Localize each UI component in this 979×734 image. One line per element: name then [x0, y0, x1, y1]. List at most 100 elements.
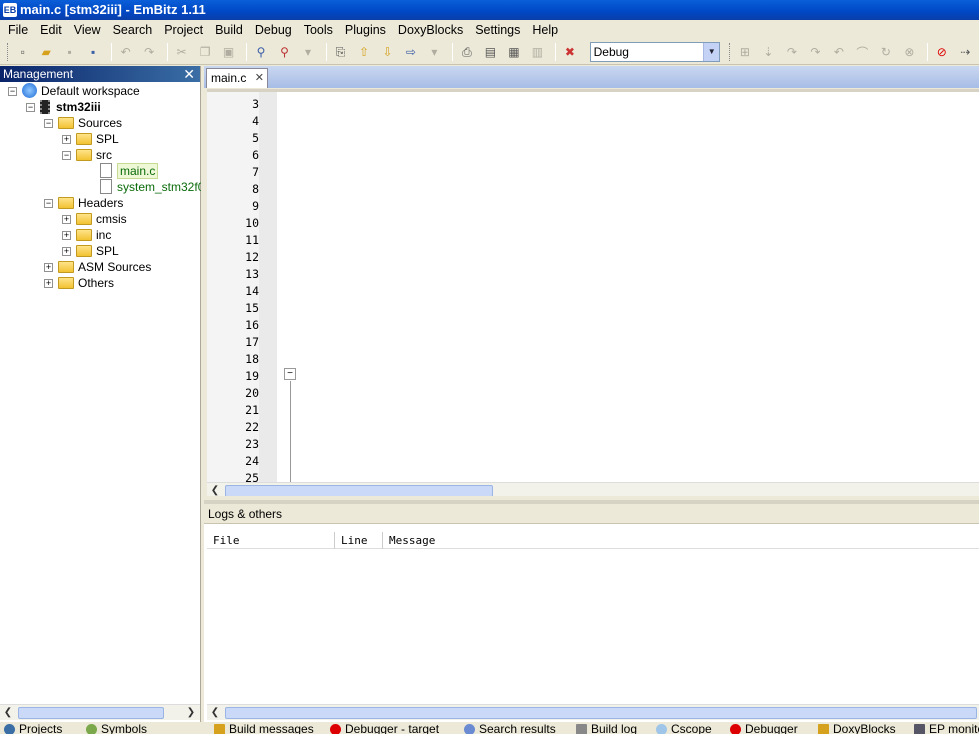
- tree-node-cmsis[interactable]: + cmsis: [62, 211, 127, 227]
- scroll-right-icon[interactable]: ❯: [184, 706, 198, 720]
- tree-node-spl[interactable]: + SPL: [62, 131, 119, 147]
- doxy-run-icon[interactable]: ▤: [481, 42, 500, 62]
- replace-icon[interactable]: ⚲: [275, 42, 294, 62]
- tree-node-others[interactable]: + Others: [44, 275, 114, 291]
- step-out-icon[interactable]: ↶: [829, 42, 848, 62]
- menu-build[interactable]: Build: [209, 23, 249, 37]
- column-message[interactable]: Message: [383, 532, 979, 549]
- expand-icon[interactable]: +: [44, 263, 53, 272]
- doxy-config-icon[interactable]: ▦: [504, 42, 523, 62]
- tree-node-main-c[interactable]: main.c: [100, 163, 159, 179]
- tab-build-log[interactable]: Build log: [576, 722, 637, 734]
- close-icon[interactable]: ✕: [255, 69, 264, 87]
- menu-edit[interactable]: Edit: [34, 23, 68, 37]
- menu-view[interactable]: View: [68, 23, 107, 37]
- fold-collapse-icon[interactable]: −: [284, 368, 296, 380]
- tree-node-workspace[interactable]: − Default workspace: [8, 83, 140, 99]
- abort-icon[interactable]: ⊘: [932, 42, 951, 62]
- menu-help[interactable]: Help: [526, 23, 564, 37]
- scrollbar-thumb[interactable]: [225, 707, 977, 719]
- close-icon[interactable]: ✕: [183, 66, 195, 82]
- redo-icon[interactable]: ↷: [139, 42, 158, 62]
- tab-search-results[interactable]: Search results: [464, 722, 556, 734]
- tree-node-spl-headers[interactable]: + SPL: [62, 243, 119, 259]
- code-editor[interactable]: 3 4 5 6 7 8 9 10 11 12 13 14 15 16 17 18…: [207, 89, 979, 482]
- tab-projects[interactable]: Projects: [4, 722, 62, 734]
- tab-debugger[interactable]: Debugger: [730, 722, 798, 734]
- logs-scrollbar[interactable]: ❮: [207, 704, 979, 720]
- dropdown-arrow-icon[interactable]: ▾: [298, 42, 317, 62]
- menu-file[interactable]: File: [2, 23, 34, 37]
- scroll-left-icon[interactable]: ❮: [1, 706, 15, 720]
- step-into-icon[interactable]: ↷: [806, 42, 825, 62]
- tab-cscope[interactable]: Cscope: [656, 722, 712, 734]
- reset-icon[interactable]: ⊞: [735, 42, 754, 62]
- step-instruction-icon[interactable]: ↻: [876, 42, 895, 62]
- collapse-icon[interactable]: −: [62, 151, 71, 160]
- goto-icon[interactable]: ⇨: [401, 42, 420, 62]
- tree-node-sources[interactable]: − Sources: [44, 115, 122, 131]
- menu-doxyblocks[interactable]: DoxyBlocks: [392, 23, 469, 37]
- menu-tools[interactable]: Tools: [298, 23, 339, 37]
- stop-debug-icon[interactable]: ⊗: [900, 42, 919, 62]
- jump-icon[interactable]: ⎘: [331, 42, 350, 62]
- save-all-icon[interactable]: ▪: [83, 42, 102, 62]
- collapse-icon[interactable]: −: [44, 119, 53, 128]
- collapse-icon[interactable]: −: [44, 199, 53, 208]
- build-target-select[interactable]: Debug ▼: [589, 42, 721, 62]
- management-scrollbar[interactable]: ❮ ❯: [0, 704, 200, 720]
- scrollbar-thumb[interactable]: [18, 707, 164, 719]
- next-instruction-icon[interactable]: ⌒: [853, 42, 872, 62]
- column-file[interactable]: File: [207, 532, 335, 549]
- next-line-icon[interactable]: ↷: [782, 42, 801, 62]
- undo-icon[interactable]: ↶: [116, 42, 135, 62]
- copy-icon[interactable]: ❐: [195, 42, 214, 62]
- toolbar-grip: [729, 43, 732, 61]
- more-tools-icon[interactable]: ⇢: [956, 42, 975, 62]
- expand-icon[interactable]: +: [62, 135, 71, 144]
- expand-icon[interactable]: +: [62, 215, 71, 224]
- save-icon[interactable]: ▪: [60, 42, 79, 62]
- tab-build-messages[interactable]: Build messages: [214, 722, 314, 734]
- log-columns: File Line Message: [207, 532, 979, 549]
- collapse-icon[interactable]: −: [26, 103, 35, 112]
- tab-symbols[interactable]: Symbols: [86, 722, 147, 734]
- tree-node-inc[interactable]: + inc: [62, 227, 111, 243]
- bookmark-up-icon[interactable]: ⇧: [354, 42, 373, 62]
- line-number: 10: [245, 216, 259, 230]
- doxy-block-icon[interactable]: ⎙: [457, 42, 476, 62]
- cut-icon[interactable]: ✂: [172, 42, 191, 62]
- dropdown-arrow-icon[interactable]: ▾: [425, 42, 444, 62]
- open-folder-icon[interactable]: ▰: [36, 42, 55, 62]
- expand-icon[interactable]: +: [62, 247, 71, 256]
- menu-plugins[interactable]: Plugins: [339, 23, 392, 37]
- tab-debugger-target[interactable]: Debugger - target: [330, 722, 439, 734]
- tab-label: Build messages: [229, 722, 314, 734]
- menu-debug[interactable]: Debug: [249, 23, 298, 37]
- tab-doxyblocks[interactable]: DoxyBlocks: [818, 722, 896, 734]
- tab-main-c[interactable]: main.c ✕: [206, 68, 268, 88]
- tree-node-system-file[interactable]: system_stm32f0: [100, 179, 204, 195]
- chevron-down-icon[interactable]: ▼: [703, 43, 720, 61]
- new-file-icon[interactable]: ▫: [13, 42, 32, 62]
- collapse-icon[interactable]: −: [8, 87, 17, 96]
- doxy-html-icon[interactable]: ▥: [528, 42, 547, 62]
- menu-search[interactable]: Search: [107, 23, 159, 37]
- menu-settings[interactable]: Settings: [469, 23, 526, 37]
- tree-node-project[interactable]: − stm32iii: [26, 99, 101, 115]
- tree-node-asm-sources[interactable]: + ASM Sources: [44, 259, 151, 275]
- build-settings-icon[interactable]: ✖: [560, 42, 579, 62]
- tree-label: SPL: [96, 132, 119, 146]
- column-line[interactable]: Line: [335, 532, 383, 549]
- bookmark-down-icon[interactable]: ⇩: [378, 42, 397, 62]
- menu-project[interactable]: Project: [158, 23, 209, 37]
- find-icon[interactable]: ⚲: [251, 42, 270, 62]
- tab-ep-monitor[interactable]: EP monitor: [914, 722, 979, 734]
- run-to-cursor-icon[interactable]: ⇣: [759, 42, 778, 62]
- expand-icon[interactable]: +: [62, 231, 71, 240]
- tree-node-headers[interactable]: − Headers: [44, 195, 123, 211]
- paste-icon[interactable]: ▣: [219, 42, 238, 62]
- scroll-left-icon[interactable]: ❮: [208, 706, 222, 720]
- tree-node-src[interactable]: − src: [62, 147, 112, 163]
- expand-icon[interactable]: +: [44, 279, 53, 288]
